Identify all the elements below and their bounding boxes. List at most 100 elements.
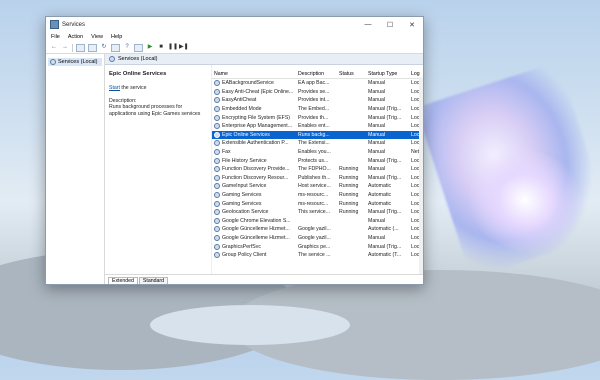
service-name-cell: EasyAntiCheat [212,97,298,104]
toolbar-separator [72,43,73,52]
service-name-cell: File History Service [212,157,298,164]
menu-file[interactable]: File [51,34,60,40]
column-headers: Name Description Status Startup Type Log [212,65,423,79]
console-tree: Services (Local) [46,54,105,284]
gear-icon [50,59,56,65]
console-body: Services (Local) Services (Local) Epic O… [46,54,423,284]
service-startup-cell: Manual [368,88,386,95]
service-startup-cell: Manual [368,123,386,130]
services-app-icon [50,20,59,29]
gear-icon [214,234,220,241]
service-name-text: EasyAntiCheat [222,97,257,104]
service-startup-cell: Manual (Trig... [368,209,402,216]
service-name-cell: Extensible Authentication P... [212,140,298,147]
service-name-text: Enterprise App Management... [222,123,293,130]
table-row[interactable]: Gaming Services ms-resourc... Running Autom… [212,199,423,208]
table-row[interactable]: Embedded Mode The Embed... Manual (Trig...… [212,105,423,114]
service-name-text: Function Discovery Resour... [222,174,289,181]
maximize-button[interactable]: ☐ [379,21,401,29]
service-name-text: Google Güncelleme Hizmet... [222,234,290,241]
refresh-icon[interactable]: ↻ [100,44,108,51]
service-name-cell: Google Chrome Elevation S... [212,217,298,224]
tab-standard[interactable]: Standard [138,277,168,284]
properties-icon[interactable] [88,43,97,52]
table-row[interactable]: Enterprise App Management... Enables ent.… [212,122,423,131]
services-window: Services — ☐ ✕ File Action View Help ← →… [45,16,424,285]
service-status-cell: Running [339,166,359,173]
service-startup-cell: Automatic [368,200,392,207]
gear-icon [214,174,220,181]
gear-icon [214,209,220,216]
service-description-cell: Enables you... [298,149,331,156]
pause-icon[interactable]: ❚❚ [168,44,178,51]
table-row[interactable]: Group Policy Client The service ... Automa… [212,251,423,260]
service-startup-cell: Automatic (T... [368,252,402,259]
service-name-cell: Google Güncelleme Hizmet... [212,226,298,233]
service-description-cell: Enables ent... [298,123,330,130]
table-row[interactable]: Epic Online Services Runs backg... Manual L… [212,130,423,140]
table-row[interactable]: Extensible Authentication P... The Extens… [212,139,423,148]
stop-icon[interactable]: ■ [157,44,165,51]
service-description-cell: Protects us... [298,157,329,164]
tab-extended[interactable]: Extended [108,277,138,284]
column-header-name[interactable]: Name [212,71,298,77]
table-row[interactable]: Gaming Services ms-resourc... Running Autom… [212,191,423,200]
properties-sheet-icon[interactable] [134,43,143,52]
service-name-text: Extensible Authentication P... [222,140,289,147]
service-name-text: Epic Online Services [222,131,270,138]
export-icon[interactable] [111,43,120,52]
service-detail-panel: Epic Online Services Start the service D… [105,65,212,274]
table-row[interactable]: Fax Enables you... Manual Net [212,148,423,157]
service-description-cell: ms-resourc... [298,192,329,199]
tree-item-services-local[interactable]: Services (Local) [48,58,102,66]
table-row[interactable]: Encrypting File System (EFS) Provides th.… [212,113,423,122]
table-row[interactable]: GraphicsPerfSvc Graphics pe... Manual (Tri… [212,242,423,251]
table-row[interactable]: Google Güncelleme Hizmet... Google yazil.… [212,225,423,234]
vertical-scrollbar[interactable] [419,77,423,274]
console-tree-icon[interactable] [76,43,85,52]
play-icon[interactable]: ▶ [146,44,154,51]
gear-icon [214,123,220,130]
menu-action[interactable]: Action [68,34,83,40]
description-text: Runs background processes for applicatio… [109,104,201,117]
service-status-cell: Running [339,183,359,190]
table-row[interactable]: EasyAntiCheat Provides int... Manual Loc [212,96,423,105]
service-status-cell: Running [339,174,359,181]
service-description-cell: The Embed... [298,106,330,113]
table-row[interactable]: Easy Anti-Cheat (Epic Online... Provides … [212,88,423,97]
table-row[interactable]: GameInput Service Host service... Running A… [212,182,423,191]
pane-header: Services (Local) [105,54,423,65]
forward-arrow-icon[interactable]: → [61,44,69,51]
help-icon[interactable]: ? [123,44,131,51]
table-row[interactable]: Google Güncelleme Hizmet... Google yazil.… [212,234,423,243]
service-description-cell: The Extensi... [298,140,330,147]
gear-icon [214,114,220,121]
back-arrow-icon[interactable]: ← [50,44,58,51]
start-service-link[interactable]: Start [109,85,120,91]
restart-icon[interactable]: ▶❚ [179,44,189,51]
table-row[interactable]: EABackgroundService EA app Bac... Manual Lo… [212,79,423,88]
service-name-text: Easy Anti-Cheat (Epic Online... [222,88,294,95]
close-button[interactable]: ✕ [401,21,423,29]
column-header-startup-type[interactable]: Startup Type [368,71,411,77]
description-block: Description: Runs background processes f… [109,98,207,118]
service-startup-cell: Manual [368,80,386,87]
menu-view[interactable]: View [91,34,103,40]
table-row[interactable]: Google Chrome Elevation S... Manual Loc [212,217,423,226]
service-startup-cell: Manual (Trig... [368,174,402,181]
gear-icon [214,157,220,164]
table-row[interactable]: Function Discovery Resour... Publishes th… [212,174,423,183]
column-header-status[interactable]: Status [339,71,368,77]
service-startup-cell: Manual (Trig... [368,243,402,250]
column-header-description[interactable]: Description [298,71,339,77]
table-row[interactable]: Geolocation Service This service... Runnin… [212,208,423,217]
menu-help[interactable]: Help [111,34,122,40]
table-row[interactable]: File History Service Protects us... Manual… [212,156,423,165]
panes: Epic Online Services Start the service D… [105,65,423,274]
gear-icon [214,166,220,173]
table-row[interactable]: Function Discovery Provide... The FDPHO..… [212,165,423,174]
service-startup-cell: Manual (Trig... [368,114,402,121]
minimize-button[interactable]: — [357,21,379,28]
service-name-cell: Group Policy Client [212,252,298,259]
service-startup-cell: Manual [368,131,386,138]
